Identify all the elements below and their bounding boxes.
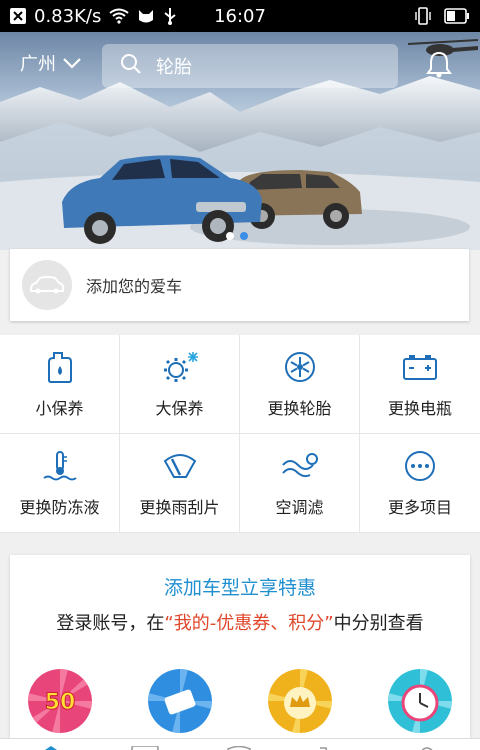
- service-battery-replacement[interactable]: 更换电瓶: [360, 335, 480, 434]
- coupon-ticket-badge[interactable]: [148, 669, 212, 733]
- close-notification-icon: [10, 8, 26, 24]
- city-label: 广州: [20, 54, 56, 75]
- search-icon: [120, 53, 142, 80]
- service-wiper-replacement[interactable]: 更换雨刮片: [120, 434, 240, 533]
- promo-sub-prefix: 登录账号，在: [56, 613, 165, 634]
- tab-icon-3[interactable]: [224, 741, 254, 750]
- ac-filter-icon: [280, 448, 320, 484]
- car-outline-icon: [22, 260, 72, 310]
- promo-sub-highlight: “我的-优惠券、积分”: [164, 613, 334, 634]
- promo-card[interactable]: 添加车型立享特惠 登录账号，在“我的-优惠券、积分”中分别查看 50: [10, 555, 470, 750]
- wiper-icon: [160, 448, 200, 484]
- service-label: 小保养: [35, 399, 84, 418]
- gear-icon: [160, 349, 200, 385]
- service-label: 更多项目: [387, 498, 452, 517]
- bottom-tab-bar: [0, 738, 480, 750]
- battery-icon: [400, 349, 440, 385]
- search-input[interactable]: 轮胎: [102, 44, 398, 88]
- oil-bottle-icon: [40, 349, 80, 385]
- service-coolant-replacement[interactable]: 更换防冻液: [0, 434, 120, 533]
- vibrate-icon: [414, 7, 432, 25]
- coupon-50-badge[interactable]: 50: [28, 669, 92, 733]
- service-ac-filter[interactable]: 空调滤: [240, 434, 360, 533]
- net-speed: 0.83K/s: [34, 5, 102, 27]
- crown-badge[interactable]: [268, 669, 332, 733]
- service-tire-replacement[interactable]: 更换轮胎: [240, 335, 360, 434]
- chevron-down-icon: [62, 53, 82, 74]
- usb-icon: [163, 7, 177, 25]
- service-minor-maintenance[interactable]: 小保养: [0, 335, 120, 434]
- service-major-maintenance[interactable]: 大保养: [120, 335, 240, 434]
- banner-pager: [226, 232, 248, 240]
- bell-icon[interactable]: [426, 50, 452, 82]
- cart-tab-icon[interactable]: [318, 741, 348, 750]
- coupon-50-text: 50: [45, 690, 76, 715]
- wifi-icon: [109, 8, 129, 24]
- battery-status-icon: [444, 8, 470, 24]
- profile-tab-icon[interactable]: [412, 741, 442, 750]
- tire-icon: [280, 349, 320, 385]
- cat-icon: [137, 8, 155, 24]
- search-placeholder: 轮胎: [156, 57, 192, 78]
- city-selector[interactable]: 广州: [20, 50, 82, 76]
- service-label: 更换电瓶: [387, 399, 452, 418]
- pager-dot: [226, 232, 234, 240]
- service-label: 更换防冻液: [19, 498, 100, 517]
- tab-icon-2[interactable]: [130, 741, 160, 750]
- service-label: 更换雨刮片: [139, 498, 220, 517]
- service-label: 大保养: [155, 399, 204, 418]
- clock-badge[interactable]: [388, 669, 452, 733]
- more-icon: [400, 448, 440, 484]
- service-label: 空调滤: [275, 498, 324, 517]
- promo-sub-suffix: 中分别查看: [333, 613, 424, 634]
- status-bar: 0.83K/s 16:07: [0, 0, 480, 32]
- add-car-card[interactable]: 添加您的爱车: [10, 249, 469, 321]
- pager-dot-active: [240, 232, 248, 240]
- service-more[interactable]: 更多项目: [360, 434, 480, 533]
- header-bar: 广州 轮胎: [0, 40, 480, 88]
- service-label: 更换轮胎: [267, 399, 332, 418]
- service-grid: 小保养 大保养 更换轮胎 更换电瓶 更换防冻液 更换雨刮片 空调滤 更多项目: [0, 335, 480, 533]
- add-car-label: 添加您的爱车: [86, 277, 183, 296]
- promo-subtitle: 登录账号，在“我的-优惠券、积分”中分别查看: [10, 609, 470, 635]
- promo-title: 添加车型立享特惠: [163, 577, 316, 599]
- coolant-icon: [40, 448, 80, 484]
- home-tab-icon[interactable]: [36, 741, 66, 750]
